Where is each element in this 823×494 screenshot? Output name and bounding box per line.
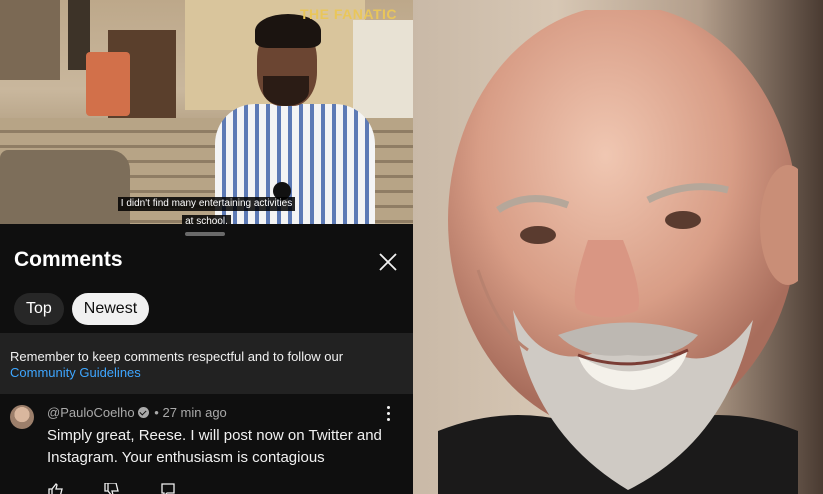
comment-time: 27 min ago xyxy=(162,405,227,420)
video-background-wall xyxy=(0,0,60,80)
comments-screen: THE FANATIC I didn't find many entertain… xyxy=(0,0,413,494)
drag-handle[interactable] xyxy=(185,232,225,236)
notice-text-block: Remember to keep comments respectful and… xyxy=(10,349,405,381)
captions: I didn't find many entertaining activiti… xyxy=(0,193,413,224)
thumbs-up-icon[interactable] xyxy=(47,483,65,494)
video-orange-object xyxy=(86,52,130,116)
avatar[interactable] xyxy=(10,405,34,429)
reply-icon[interactable] xyxy=(159,483,177,494)
comment-author[interactable]: @PauloCoelho xyxy=(47,405,135,420)
guidelines-notice: Remember to keep comments respectful and… xyxy=(0,333,413,394)
comment-sort-chips: Top Newest xyxy=(14,293,150,325)
close-icon[interactable] xyxy=(376,250,400,274)
comments-title: Comments xyxy=(14,248,123,271)
smiling-man-portrait xyxy=(438,10,798,494)
comment-text: Simply great, Reese. I will post now on … xyxy=(47,427,382,466)
video-player[interactable]: THE FANATIC I didn't find many entertain… xyxy=(0,0,413,224)
comment-item: @PauloCoelho • 27 min ago Simply great, … xyxy=(0,394,413,494)
verified-badge-icon xyxy=(137,407,149,418)
comment-meta: @PauloCoelho • 27 min ago xyxy=(47,405,227,420)
community-guidelines-link[interactable]: Community Guidelines xyxy=(10,365,141,380)
caption-line-2: at school. xyxy=(182,215,231,224)
comment-actions xyxy=(47,483,177,494)
speaker-beard xyxy=(263,76,309,106)
more-options-icon[interactable] xyxy=(382,406,394,426)
thumbs-down-icon[interactable] xyxy=(103,483,121,494)
caption-line-1: I didn't find many entertaining activiti… xyxy=(117,197,296,211)
notice-text: Remember to keep comments respectful and… xyxy=(10,349,344,364)
chip-top[interactable]: Top xyxy=(14,293,64,325)
channel-watermark: THE FANATIC xyxy=(299,6,397,22)
meta-separator: • xyxy=(154,405,159,420)
chip-newest[interactable]: Newest xyxy=(71,293,150,325)
portrait-photo xyxy=(413,0,823,494)
comments-sheet: Comments Top Newest Remember to keep com… xyxy=(0,224,413,494)
